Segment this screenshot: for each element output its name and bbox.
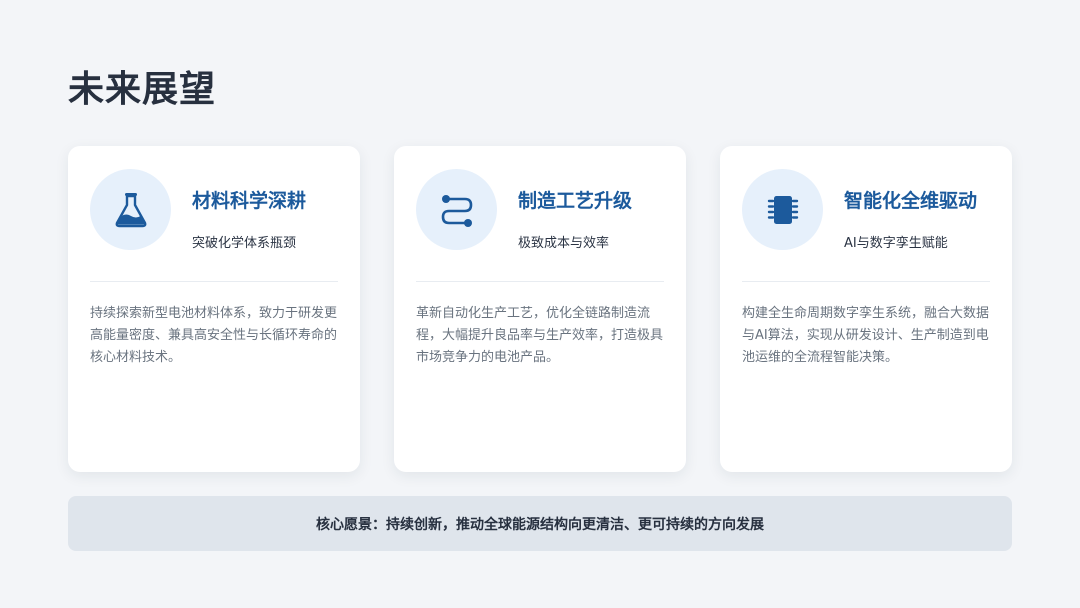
card-intelligence: 智能化全维驱动 AI与数字孪生赋能 构建全生命周期数字孪生系统，融合大数据与AI… [720, 146, 1012, 472]
card-divider [416, 281, 664, 282]
card-title: 材料科学深耕 [192, 190, 307, 212]
vision-banner: 核心愿景：持续创新，推动全球能源结构向更清洁、更可持续的方向发展 [68, 496, 1012, 551]
card-title: 智能化全维驱动 [844, 190, 978, 212]
card-manufacturing: 制造工艺升级 极致成本与效率 革新自动化生产工艺，优化全链路制造流程，大幅提升良… [394, 146, 686, 472]
card-subtitle: 极致成本与效率 [518, 236, 610, 251]
card-description: 构建全生命周期数字孪生系统，融合大数据与AI算法，实现从研发设计、生产制造到电池… [742, 306, 990, 365]
process-flow-icon [416, 169, 497, 250]
page-title: 未来展望 [68, 69, 217, 110]
card-description: 持续探索新型电池材料体系，致力于研发更高能量密度、兼具高安全性与长循环寿命的核心… [90, 306, 338, 365]
card-title: 制造工艺升级 [518, 190, 633, 212]
card-materials: 材料科学深耕 突破化学体系瓶颈 持续探索新型电池材料体系，致力于研发更高能量密度… [68, 146, 360, 472]
flask-icon [90, 169, 171, 250]
card-divider [90, 281, 338, 282]
card-subtitle: AI与数字孪生赋能 [844, 236, 948, 251]
card-subtitle: 突破化学体系瓶颈 [192, 236, 297, 251]
chip-icon [742, 169, 823, 250]
vision-banner-text: 核心愿景：持续创新，推动全球能源结构向更清洁、更可持续的方向发展 [316, 516, 764, 533]
card-divider [742, 281, 990, 282]
card-description: 革新自动化生产工艺，优化全链路制造流程，大幅提升良品率与生产效率，打造极具市场竞… [416, 306, 664, 365]
